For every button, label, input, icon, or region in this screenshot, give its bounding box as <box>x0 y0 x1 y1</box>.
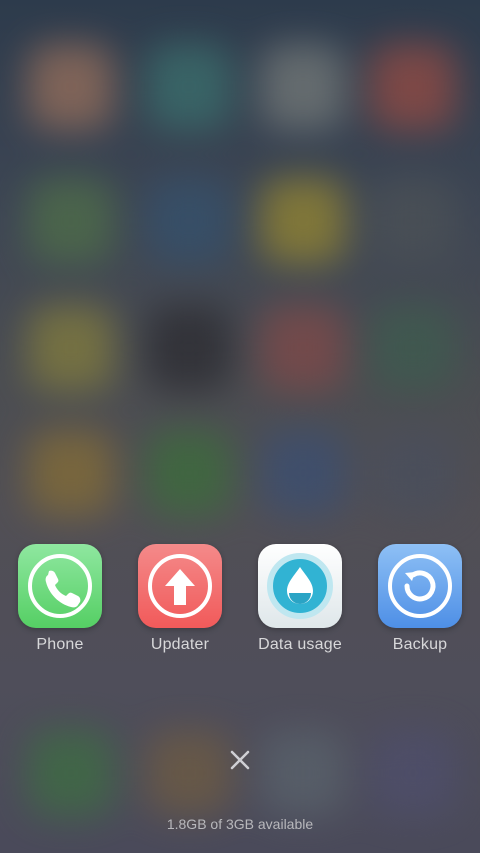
app-data-usage[interactable]: Data usage <box>240 544 360 654</box>
app-label: Phone <box>36 636 84 653</box>
app-updater[interactable]: Updater <box>120 544 240 654</box>
blurred-background <box>0 0 480 853</box>
close-all-button[interactable] <box>224 744 256 776</box>
water-drop-icon <box>258 544 342 628</box>
app-label: Data usage <box>258 636 342 653</box>
app-backup[interactable]: Backup <box>360 544 480 654</box>
app-phone[interactable]: Phone <box>0 544 120 654</box>
restore-icon <box>378 544 462 628</box>
recent-apps-row: Phone Updater Data usage Backup <box>0 544 480 664</box>
close-icon <box>230 750 250 770</box>
phone-icon <box>18 544 102 628</box>
app-label: Backup <box>392 636 448 653</box>
arrow-up-icon <box>138 544 222 628</box>
memory-status: 1.8GB of 3GB available <box>166 816 314 832</box>
app-label: Updater <box>150 636 210 653</box>
